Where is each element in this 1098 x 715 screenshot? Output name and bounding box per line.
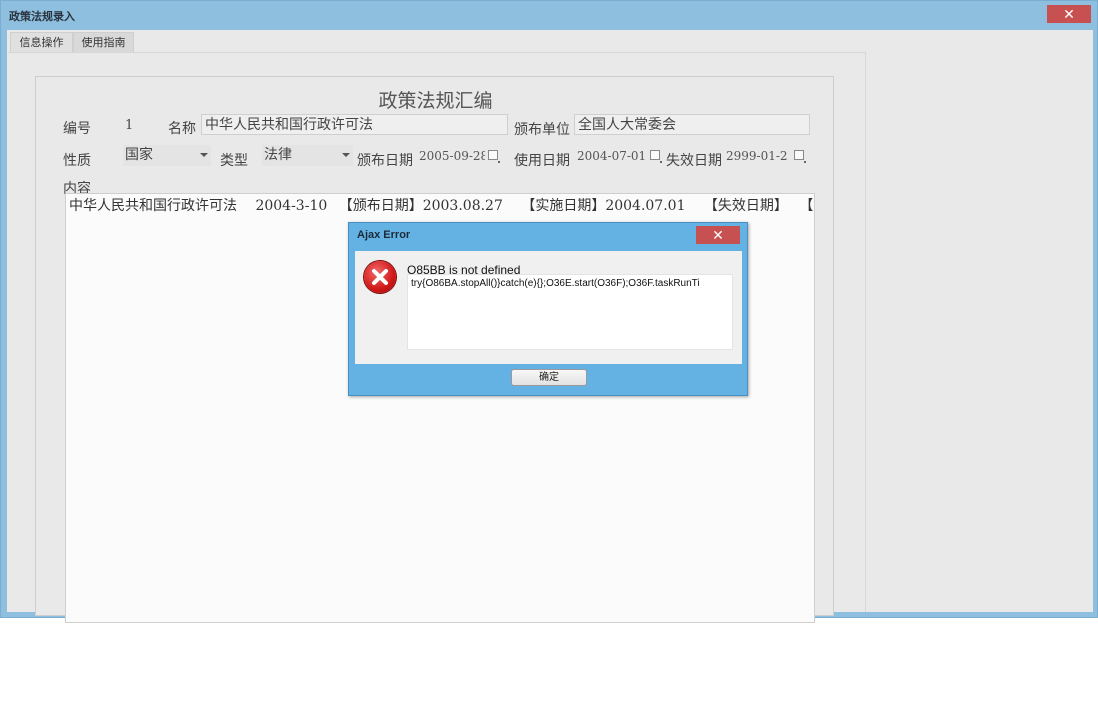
- use-date-input[interactable]: 2004-07-01: [577, 148, 648, 169]
- tab-divider: [8, 52, 866, 53]
- expire-date-input[interactable]: 2999-01-2: [726, 148, 790, 169]
- title-bar: 政策法规录入 ✕: [1, 1, 1097, 29]
- ok-button[interactable]: 确定: [511, 369, 587, 386]
- dialog-title: Ajax Error: [357, 229, 411, 241]
- type-select-value: 法律: [264, 146, 292, 162]
- number-value[interactable]: 1: [125, 118, 133, 133]
- name-input[interactable]: 中华人民共和国行政许可法: [201, 114, 508, 135]
- error-x-glyph: [372, 269, 388, 285]
- resize-dot-icon: [660, 161, 662, 163]
- form-title: 政策法规汇编: [378, 91, 493, 112]
- issue-date-label: 颁布日期: [357, 152, 413, 168]
- resize-dot-icon: [498, 161, 500, 163]
- type-label: 类型: [220, 152, 248, 168]
- expire-date-label: 失效日期: [666, 152, 722, 168]
- type-select[interactable]: 法律: [262, 145, 353, 166]
- panel-edge: [865, 52, 866, 612]
- calendar-icon[interactable]: [650, 150, 660, 160]
- calendar-icon[interactable]: [794, 150, 804, 160]
- tab-user-guide[interactable]: 使用指南: [73, 32, 134, 52]
- content-text: 中华人民共和国行政许可法 2004-3-10 【颁布日期】2003.08.27 …: [69, 198, 814, 214]
- issuer-label: 颁布单位: [514, 121, 570, 137]
- resize-dot-icon: [804, 161, 806, 163]
- window-title: 政策法规录入: [9, 11, 75, 23]
- number-label: 编号: [63, 120, 91, 136]
- chevron-down-icon: [342, 153, 350, 157]
- use-date-label: 使用日期: [514, 152, 570, 168]
- tab-info-operation[interactable]: 信息操作: [10, 32, 73, 52]
- nature-select[interactable]: 国家: [123, 145, 211, 166]
- issue-date-input[interactable]: 2005-09-28: [419, 148, 485, 169]
- window-close-button[interactable]: ✕: [1047, 5, 1091, 23]
- dialog-close-button[interactable]: ✕: [696, 226, 740, 244]
- calendar-icon[interactable]: [488, 150, 498, 160]
- dialog-body: O85BB is not defined try{O86BA.stopAll()…: [355, 251, 742, 364]
- error-detail-textarea[interactable]: try{O86BA.stopAll()}catch(e){};O36E.star…: [407, 274, 733, 350]
- name-label: 名称: [168, 120, 196, 136]
- ajax-error-dialog: Ajax Error ✕ O85BB is not defined try{O8…: [348, 222, 748, 396]
- nature-label: 性质: [63, 152, 91, 168]
- nature-select-value: 国家: [125, 146, 153, 162]
- chevron-down-icon: [200, 153, 208, 157]
- error-icon: [364, 261, 396, 293]
- issuer-input[interactable]: 全国人大常委会: [574, 114, 810, 135]
